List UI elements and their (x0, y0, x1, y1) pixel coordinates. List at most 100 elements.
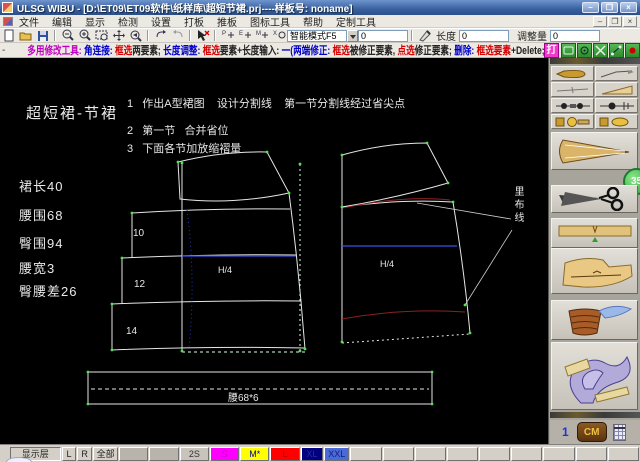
curve-ruler-tool-button[interactable] (551, 342, 638, 410)
dart-tool-button[interactable] (551, 132, 638, 170)
instruction-line-1: 1 作出A型裙图 设计分割线 第一节分割线经过省尖点 (127, 98, 406, 110)
size-slot-empty[interactable] (511, 446, 543, 461)
mdi-minimize-button[interactable]: – (593, 16, 607, 27)
gauge-tool-button[interactable] (595, 98, 638, 113)
size-slot-empty[interactable] (149, 446, 179, 461)
size-slot-empty[interactable] (543, 446, 575, 461)
pen-tool-button[interactable] (595, 66, 638, 81)
restore-button[interactable]: ❐ (601, 2, 618, 13)
size-slot-empty[interactable] (479, 446, 511, 461)
document-icon (3, 16, 13, 26)
size-slot-empty[interactable] (446, 446, 479, 461)
scissors-tool-button[interactable] (593, 43, 608, 58)
menu-settings[interactable]: 设置 (151, 14, 171, 29)
calculator-icon[interactable] (612, 423, 626, 441)
record-tool-button[interactable] (625, 43, 640, 58)
mdi-restore-button[interactable]: ❐ (608, 16, 622, 27)
pencil-tool-button[interactable] (551, 66, 594, 81)
tooltip-stub (6, 457, 32, 462)
measurement-waist: 腰围68 (19, 208, 64, 223)
unit-badge[interactable]: CM (576, 422, 607, 442)
instruction-line-2: 2 第一节 合并省位 (127, 125, 229, 137)
tier-label-10: 10 (133, 228, 145, 239)
red-seam-curve-bottom (341, 310, 466, 320)
skirt-front-piece (111, 151, 306, 351)
basket-tool-button[interactable] (551, 300, 638, 340)
size-button-l[interactable]: L (270, 446, 300, 461)
size-slot-empty[interactable] (607, 446, 639, 461)
left-piece-button[interactable]: L (61, 446, 77, 461)
size-button-xl[interactable]: XL (300, 446, 324, 461)
menu-pattern[interactable]: 打板 (184, 14, 204, 29)
tier-label-12: 12 (134, 279, 146, 290)
hem-dashed-right (341, 333, 471, 344)
measurement-hip-waist-diff: 臀腰差26 (19, 284, 78, 299)
size-slot-empty[interactable] (350, 446, 382, 461)
mirror-tool-button[interactable] (595, 114, 638, 129)
hint-prefix: - (2, 44, 6, 56)
waistband-label: 腰68*6 (228, 393, 259, 404)
hint-segment: +Delete; (511, 45, 548, 57)
measurement-hip: 臀围94 (19, 236, 64, 251)
size-slot-empty[interactable] (382, 446, 414, 461)
size-button-xxl[interactable]: XXL (324, 446, 350, 461)
measurement-skirt-length: 裙长40 (19, 179, 64, 194)
hint-segment: 两要素; (132, 45, 164, 57)
lining-leader-lines (416, 202, 513, 306)
size-button-m[interactable]: M* (240, 446, 270, 461)
hint-segment: 框选 (203, 45, 221, 57)
rotate-tool-button[interactable] (551, 114, 594, 129)
right-piece-button[interactable]: R (77, 446, 92, 461)
notch-tool-button[interactable] (551, 218, 638, 248)
tool-sidebar: 35 1 CM (548, 58, 640, 444)
angle-tool-button[interactable] (595, 82, 638, 97)
hint-segment: 框选 (115, 45, 133, 57)
close-button[interactable]: × (620, 2, 637, 13)
adjust-amount-input[interactable] (550, 29, 600, 42)
endpoint-markers (86, 141, 472, 406)
hint-segment: 框选 (333, 45, 351, 57)
scissors-tool-button[interactable] (551, 185, 638, 213)
measurement-waistband-width: 腰宽3 (19, 261, 56, 276)
size-button-2s[interactable]: 2S (179, 446, 209, 461)
menu-grading[interactable]: 推板 (217, 14, 237, 29)
hint-segment: 修正要素; (415, 45, 455, 57)
size-slot-empty[interactable] (575, 446, 607, 461)
all-pieces-button[interactable]: 全部 (92, 446, 119, 461)
pattern-title: 超短裙-节裙 (26, 105, 118, 122)
line-tool-button[interactable] (551, 82, 594, 97)
circle-tool-button[interactable] (577, 43, 592, 58)
menu-help[interactable]: 帮助 (303, 14, 323, 29)
menu-custom-tools[interactable]: 定制工具 (336, 14, 376, 29)
tier-label-14: 14 (126, 326, 138, 337)
pattern-mode-button[interactable]: 打 (544, 43, 559, 58)
hint-segment: 要素+长度输入: (220, 45, 283, 57)
hint-segment: 长度调整: (163, 45, 204, 57)
pattern-canvas[interactable]: 超短裙-节裙 裙长40 腰围68 臀围94 腰宽3 臀腰差26 1 作出A型裙图… (0, 58, 548, 444)
red-seam-curve-top (342, 198, 451, 209)
menu-icon-tools[interactable]: 图标工具 (250, 14, 290, 29)
menu-view[interactable]: 显示 (85, 14, 105, 29)
lining-line-label: 里布线 (512, 186, 523, 225)
rect-select-tool-button[interactable] (561, 43, 576, 58)
menu-check[interactable]: 检测 (118, 14, 138, 29)
size-slot-empty[interactable] (414, 446, 446, 461)
dart-guide-dotted (186, 209, 193, 349)
menu-edit[interactable]: 编辑 (52, 14, 72, 29)
hint-segment: 被修正要素, (350, 45, 398, 57)
node-edit-tool-button[interactable] (609, 43, 624, 58)
menu-bar: 文件 编辑 显示 检测 设置 打板 推板 图标工具 帮助 定制工具 – ❐ × (0, 14, 640, 29)
menu-file[interactable]: 文件 (19, 14, 39, 29)
app-icon (2, 2, 13, 13)
size-slot-empty[interactable] (119, 446, 149, 461)
minimize-button[interactable]: – (582, 2, 599, 13)
instruction-line-3: 3 下面各节加放缩褶量 (127, 143, 242, 155)
piece-width-label-right: H/4 (380, 259, 395, 269)
measure-tool-button[interactable] (551, 98, 594, 113)
hint-segment: 删除: (454, 45, 477, 57)
size-button-s[interactable]: S (209, 446, 240, 461)
pattern-piece-tool-button[interactable] (551, 248, 638, 294)
mdi-close-button[interactable]: × (623, 16, 637, 27)
toolbox-title-bar[interactable] (550, 58, 640, 64)
skirt-back-piece (341, 142, 471, 342)
